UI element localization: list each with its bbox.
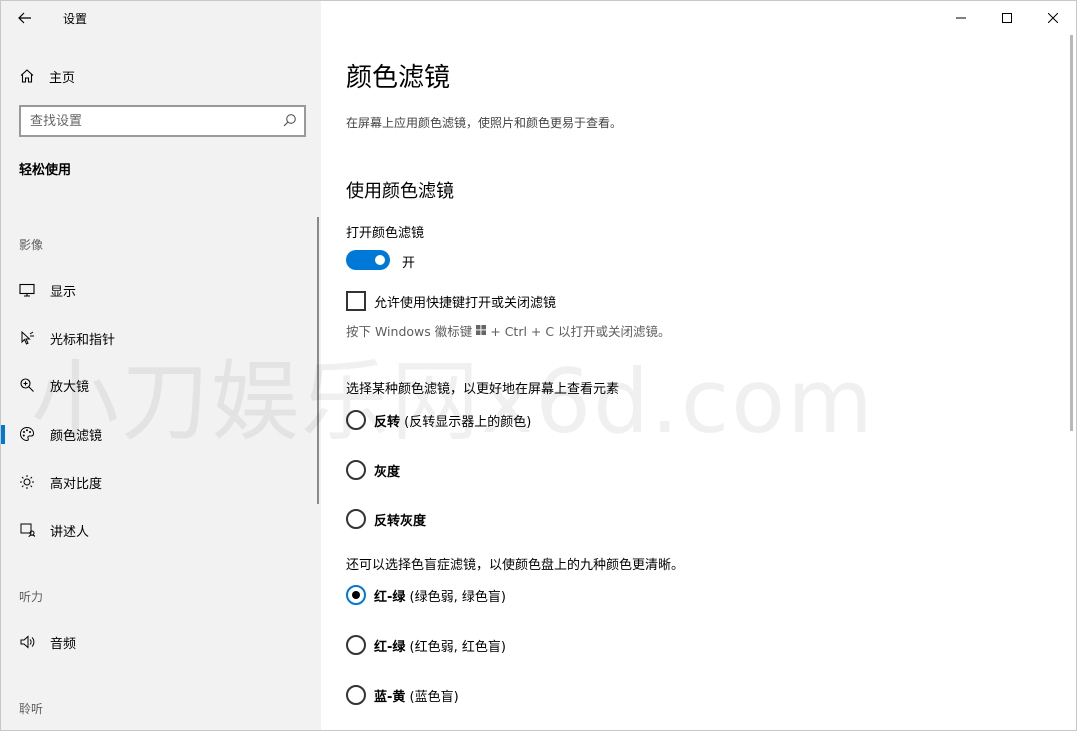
radio-label-bold: 红-绿 xyxy=(374,589,406,605)
back-button[interactable] xyxy=(1,1,49,35)
sidebar-item-label: 光标和指针 xyxy=(50,332,116,348)
radio-label-bold: 灰度 xyxy=(374,464,401,480)
hint-prefix: 按下 Windows 徽标键 xyxy=(346,324,473,339)
main-scrollbar[interactable] xyxy=(1070,35,1073,431)
sidebar-item-label: 放大镜 xyxy=(50,379,90,395)
main-content: 颜色滤镜 在屏幕上应用颜色滤镜，使照片和颜色更易于查看。 使用颜色滤镜 打开颜色… xyxy=(346,1,1046,730)
color-filter-toggle[interactable] xyxy=(346,250,390,270)
toggle-label: 打开颜色滤镜 xyxy=(346,226,425,241)
radio-label: 灰度 xyxy=(374,461,400,480)
choose-filter-label: 选择某种颜色滤镜，以更好地在屏幕上查看元素 xyxy=(346,382,620,397)
radio-label-bold: 反转 xyxy=(374,414,401,430)
sidebar-item-label: 高对比度 xyxy=(50,476,103,492)
section-title: 使用颜色滤镜 xyxy=(346,181,454,202)
app-title: 设置 xyxy=(63,11,88,26)
shortcut-checkbox-label: 允许使用快捷键打开或关闭滤镜 xyxy=(374,295,557,311)
title-bar: 设置 xyxy=(1,1,321,35)
sidebar-item-home[interactable]: 主页 xyxy=(1,59,321,93)
radio-button[interactable] xyxy=(346,635,366,655)
toggle-state-label: 开 xyxy=(402,256,416,271)
radio-button[interactable] xyxy=(346,410,366,430)
sidebar-item-label: 显示 xyxy=(50,284,77,300)
sidebar-item-high-contrast[interactable]: 高对比度 xyxy=(1,464,317,500)
radio-label-bold: 蓝-黄 xyxy=(374,689,406,705)
group-heading-interaction: 聆听 xyxy=(19,702,44,716)
sidebar-item-magnifier[interactable]: 放大镜 xyxy=(1,367,317,403)
radio-label-note: (红色弱, 红色盲) xyxy=(405,639,506,655)
sidebar-item-audio[interactable]: 音频 xyxy=(1,624,317,660)
radio-inverted-grayscale[interactable]: 反转灰度 xyxy=(346,509,426,529)
radio-label-note: (反转显示器上的颜色) xyxy=(400,414,532,430)
radio-label: 反转灰度 xyxy=(374,510,426,529)
sidebar-item-display[interactable]: 显示 xyxy=(1,272,317,308)
radio-button-checked[interactable] xyxy=(346,585,366,605)
toggle-knob xyxy=(375,255,385,265)
narrator-icon xyxy=(19,522,35,538)
shortcut-hint: 按下 Windows 徽标键 + Ctrl + C 以打开或关闭滤镜。 xyxy=(346,321,671,340)
monitor-icon xyxy=(19,282,35,298)
radio-button[interactable] xyxy=(346,509,366,529)
speaker-icon xyxy=(19,634,35,650)
radio-button[interactable] xyxy=(346,685,366,705)
radio-label-note: (绿色弱, 绿色盲) xyxy=(405,589,506,605)
sidebar: 设置 主页 轻松使用 影像 显示 光标和指针 xyxy=(1,1,321,730)
radio-protanopia[interactable]: 红-绿 (红色弱, 红色盲) xyxy=(346,635,506,655)
search-icon[interactable] xyxy=(283,113,297,127)
radio-deuteranopia[interactable]: 红-绿 (绿色弱, 绿色盲) xyxy=(346,585,506,605)
radio-button[interactable] xyxy=(346,460,366,480)
hint-suffix: + Ctrl + C 以打开或关闭滤镜。 xyxy=(490,324,671,339)
radio-label: 反转 (反转显示器上的颜色) xyxy=(374,411,531,430)
radio-invert[interactable]: 反转 (反转显示器上的颜色) xyxy=(346,410,531,430)
sidebar-item-pointer[interactable]: 光标和指针 xyxy=(1,320,317,356)
radio-label: 红-绿 (绿色弱, 绿色盲) xyxy=(374,586,506,605)
section-heading: 轻松使用 xyxy=(19,163,72,178)
shortcut-checkbox-row[interactable]: 允许使用快捷键打开或关闭滤镜 xyxy=(346,291,556,311)
group-heading-hearing: 听力 xyxy=(19,590,44,604)
close-icon xyxy=(1048,13,1058,23)
sidebar-scrollbar[interactable] xyxy=(317,217,319,504)
radio-label-bold: 红-绿 xyxy=(374,639,406,655)
search-box xyxy=(19,105,306,137)
radio-label: 红-绿 (红色弱, 红色盲) xyxy=(374,636,506,655)
settings-window: 设置 主页 轻松使用 影像 显示 光标和指针 xyxy=(0,0,1077,731)
page-description: 在屏幕上应用颜色滤镜，使照片和颜色更易于查看。 xyxy=(346,116,623,130)
radio-grayscale[interactable]: 灰度 xyxy=(346,460,400,480)
brightness-icon xyxy=(19,474,35,490)
radio-tritanopia[interactable]: 蓝-黄 (蓝色盲) xyxy=(346,685,459,705)
search-input[interactable] xyxy=(30,113,270,129)
selection-indicator xyxy=(1,425,5,444)
shortcut-checkbox[interactable] xyxy=(346,291,366,311)
sidebar-item-narrator[interactable]: 讲述人 xyxy=(1,512,317,548)
group-heading-vision: 影像 xyxy=(19,238,44,252)
colorblind-filter-label: 还可以选择色盲症滤镜，以使颜色盘上的九种颜色更清晰。 xyxy=(346,558,685,573)
radio-label-bold: 反转灰度 xyxy=(374,513,427,529)
sidebar-item-label: 主页 xyxy=(49,70,76,86)
radio-label: 蓝-黄 (蓝色盲) xyxy=(374,686,459,705)
windows-logo-icon xyxy=(476,323,487,338)
palette-icon xyxy=(19,426,35,442)
sidebar-item-label: 音频 xyxy=(50,636,77,652)
page-title: 颜色滤镜 xyxy=(346,63,451,93)
sidebar-item-label: 颜色滤镜 xyxy=(50,428,103,444)
magnifier-icon xyxy=(19,377,35,393)
sidebar-item-color-filters[interactable]: 颜色滤镜 xyxy=(1,416,317,452)
back-arrow-icon xyxy=(18,12,31,24)
radio-label-note: (蓝色盲) xyxy=(405,689,459,705)
sidebar-item-label: 讲述人 xyxy=(50,524,90,540)
pointer-icon xyxy=(19,330,35,346)
home-icon xyxy=(20,69,34,83)
